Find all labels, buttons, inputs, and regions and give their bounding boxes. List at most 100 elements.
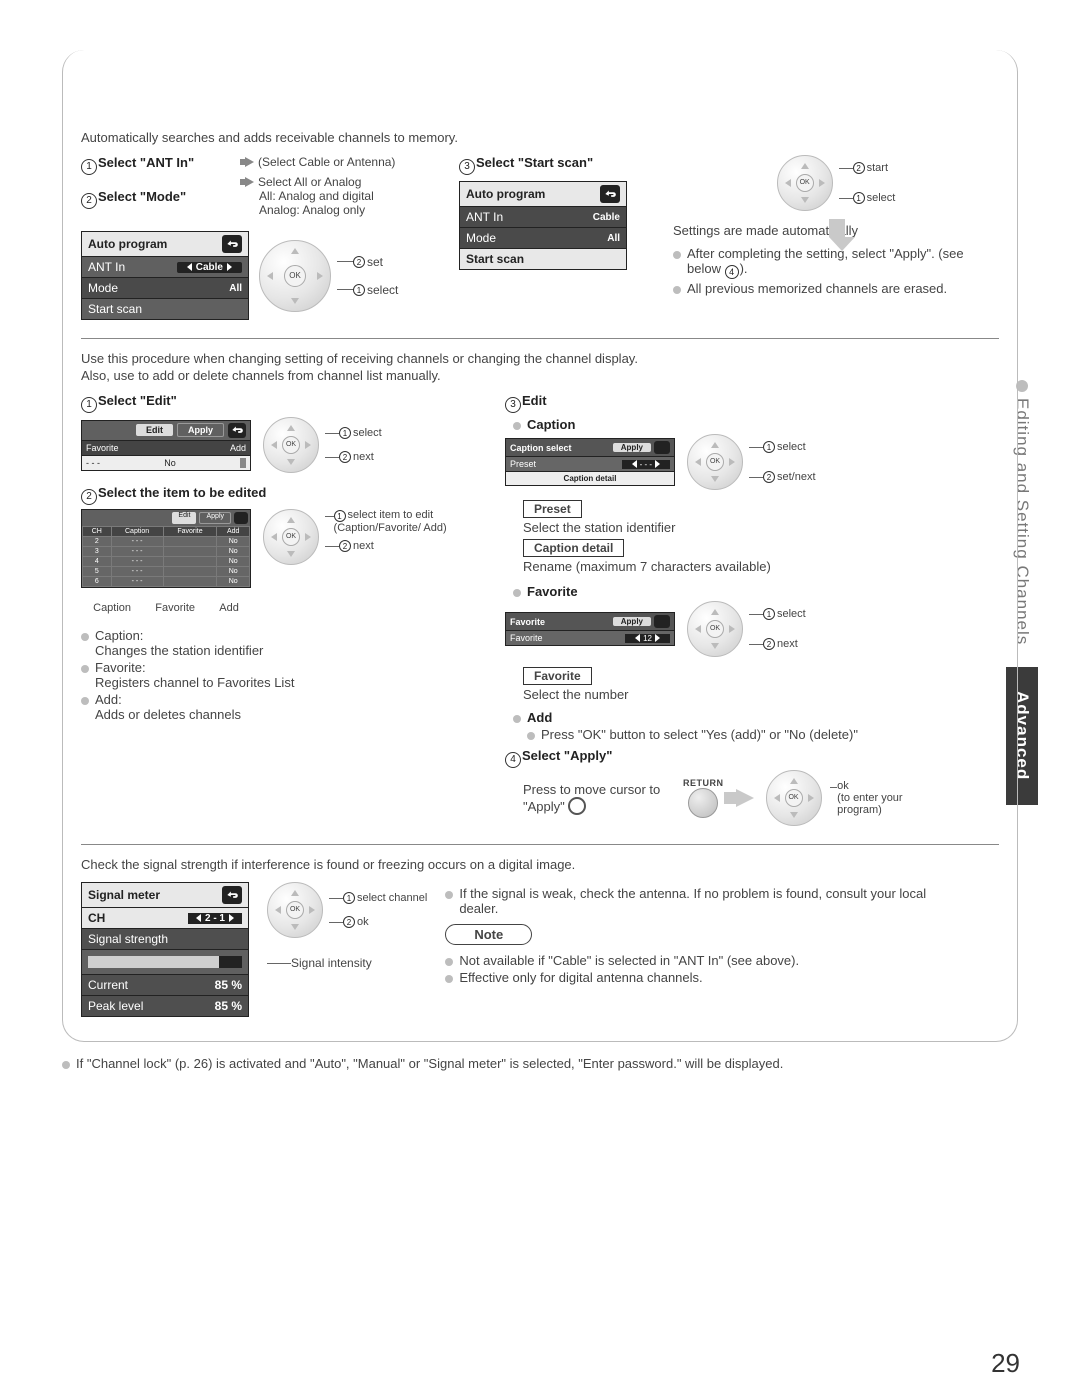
- preset-box: Preset: [523, 500, 582, 518]
- fav-menu-title: Favorite: [510, 617, 545, 627]
- return-icon: [222, 235, 242, 253]
- return-icon: [654, 615, 670, 628]
- manual-s1: Select "Edit": [98, 393, 177, 408]
- callout-add: Add: [219, 602, 239, 614]
- return-icon: [600, 185, 620, 203]
- step2-note2: All: Analog and digital: [241, 189, 441, 203]
- note-1: Not available if "Cable" is selected in …: [445, 953, 949, 968]
- arrow-right-icon: [245, 157, 254, 167]
- cap-apply: Apply: [613, 443, 651, 452]
- td: No: [217, 557, 250, 567]
- auto-bullet2: All previous memorized channels are eras…: [673, 281, 999, 296]
- dpad-icon: OK: [263, 417, 319, 473]
- ok-button-icon: OK: [284, 265, 306, 287]
- sig-right-text: If the signal is weak, check the antenna…: [445, 886, 949, 916]
- auto-program-menu-left: Auto program ANT In Cable Mode All Start…: [81, 231, 249, 320]
- ok-desc1: ok: [837, 780, 849, 792]
- row-mode: Mode: [88, 281, 118, 295]
- apply-tab: Apply: [177, 423, 224, 437]
- dash: - - -: [86, 458, 100, 468]
- val-cable: Cable: [196, 262, 223, 273]
- row-ant: ANT In: [88, 260, 125, 274]
- th-add: Add: [217, 527, 250, 537]
- auto-intro: Automatically searches and adds receivab…: [81, 130, 999, 145]
- signal-intro: Check the signal strength if interferenc…: [81, 857, 999, 872]
- cap-preset: Preset: [510, 459, 536, 469]
- signal-bar-fill: [88, 956, 219, 968]
- add-heading: Add: [513, 710, 949, 725]
- td: - - -: [111, 567, 163, 577]
- manual-intro2: Also, use to add or delete channels from…: [81, 368, 999, 383]
- td: 3: [83, 547, 112, 557]
- td: 5: [83, 567, 112, 577]
- sig-peak: Peak level: [88, 999, 143, 1013]
- cap-detail: Caption detail: [506, 471, 674, 485]
- return-icon: [228, 423, 246, 438]
- row-start: Start scan: [88, 302, 142, 316]
- td: No: [217, 547, 250, 557]
- dpad-icon: OK: [687, 434, 743, 490]
- arrow-right-icon: [245, 177, 254, 187]
- td: 4: [83, 557, 112, 567]
- pad-select-m1: select: [353, 427, 382, 439]
- pad-next-m2: next: [353, 540, 374, 552]
- th-fav: Favorite: [163, 527, 217, 537]
- ok-desc2: (to enter your program): [837, 792, 902, 816]
- note-pill: Note: [445, 924, 532, 945]
- pad-select-r: select: [867, 192, 896, 204]
- manual-intro1: Use this procedure when changing setting…: [81, 351, 999, 366]
- dpad-icon: OK: [777, 155, 833, 211]
- edit-tab: Edit: [136, 424, 173, 436]
- cap-dashes: - - -: [640, 460, 652, 469]
- val-all: All: [229, 283, 242, 294]
- note-2: Effective only for digital antenna chann…: [445, 970, 949, 985]
- td: - - -: [111, 577, 163, 587]
- fav-row: Favorite: [510, 633, 543, 643]
- td: 2: [83, 537, 112, 547]
- return-label: RETURN: [683, 778, 724, 788]
- manual-s3: Edit: [522, 393, 547, 408]
- pad-next-m1: next: [353, 451, 374, 463]
- tbl-apply: Apply: [199, 512, 231, 524]
- row-ant-r: ANT In: [466, 210, 503, 224]
- td: No: [217, 567, 250, 577]
- favorite-heading: Favorite: [513, 584, 949, 599]
- th-cap: Caption: [111, 527, 163, 537]
- return-icon: [222, 886, 242, 904]
- page: Editing and Setting Channels Advanced Au…: [0, 0, 1080, 1397]
- add-col: Add: [230, 443, 246, 453]
- step1-note: (Select Cable or Antenna): [258, 155, 395, 169]
- preset-desc: Select the station identifier: [523, 520, 949, 535]
- sig-current-val: 85 %: [215, 978, 242, 992]
- row-mode-r: Mode: [466, 231, 496, 245]
- bullet-caption: Caption:Changes the station identifier: [81, 628, 481, 658]
- auto-right-col: 3Select "Start scan" Auto program ANT In…: [459, 155, 999, 300]
- sig-current: Current: [88, 978, 128, 992]
- content-frame: Automatically searches and adds receivab…: [62, 50, 1018, 1042]
- footer-note: If "Channel lock" (p. 26) is activated a…: [62, 1056, 1018, 1071]
- edit-table-osd: EditApply CHCaptionFavoriteAdd 2- - -No …: [81, 509, 251, 588]
- manual-s4: Select "Apply": [522, 748, 612, 763]
- fav-pad-next: next: [777, 638, 798, 650]
- cap-menu-title: Caption select: [510, 443, 572, 453]
- gradient-arrow-icon: [736, 789, 754, 807]
- add-desc: Press "OK" button to select "Yes (add)" …: [527, 727, 949, 742]
- sig-peak-val: 85 %: [215, 999, 242, 1013]
- caption-detail-box: Caption detail: [523, 539, 624, 557]
- step2-title: Select "Mode": [98, 189, 186, 204]
- auto-bullet1: After completing the setting, select "Ap…: [673, 246, 999, 279]
- favorite-osd: FavoriteApply Favorite12: [505, 612, 675, 646]
- val-cable-r: Cable: [593, 212, 620, 223]
- step3-title: Select "Start scan": [476, 155, 593, 170]
- sig-ch: CH: [88, 911, 105, 925]
- manual-left: 1Select "Edit" Edit Apply FavoriteAdd - …: [81, 393, 481, 726]
- pad-set: set: [367, 255, 383, 269]
- dpad-icon: OK: [267, 882, 323, 938]
- signal-meter-osd: Signal meter CH 2 - 1 Signal strength Cu…: [81, 882, 249, 1017]
- pad-select: select: [367, 283, 398, 297]
- auto-program-menu-right: Auto program ANT InCable ModeAll Start s…: [459, 181, 627, 270]
- td: - - -: [111, 557, 163, 567]
- fav-val: 12: [643, 634, 652, 643]
- callout-favorite: Favorite: [155, 602, 195, 614]
- step1-title: Select "ANT In": [98, 155, 194, 170]
